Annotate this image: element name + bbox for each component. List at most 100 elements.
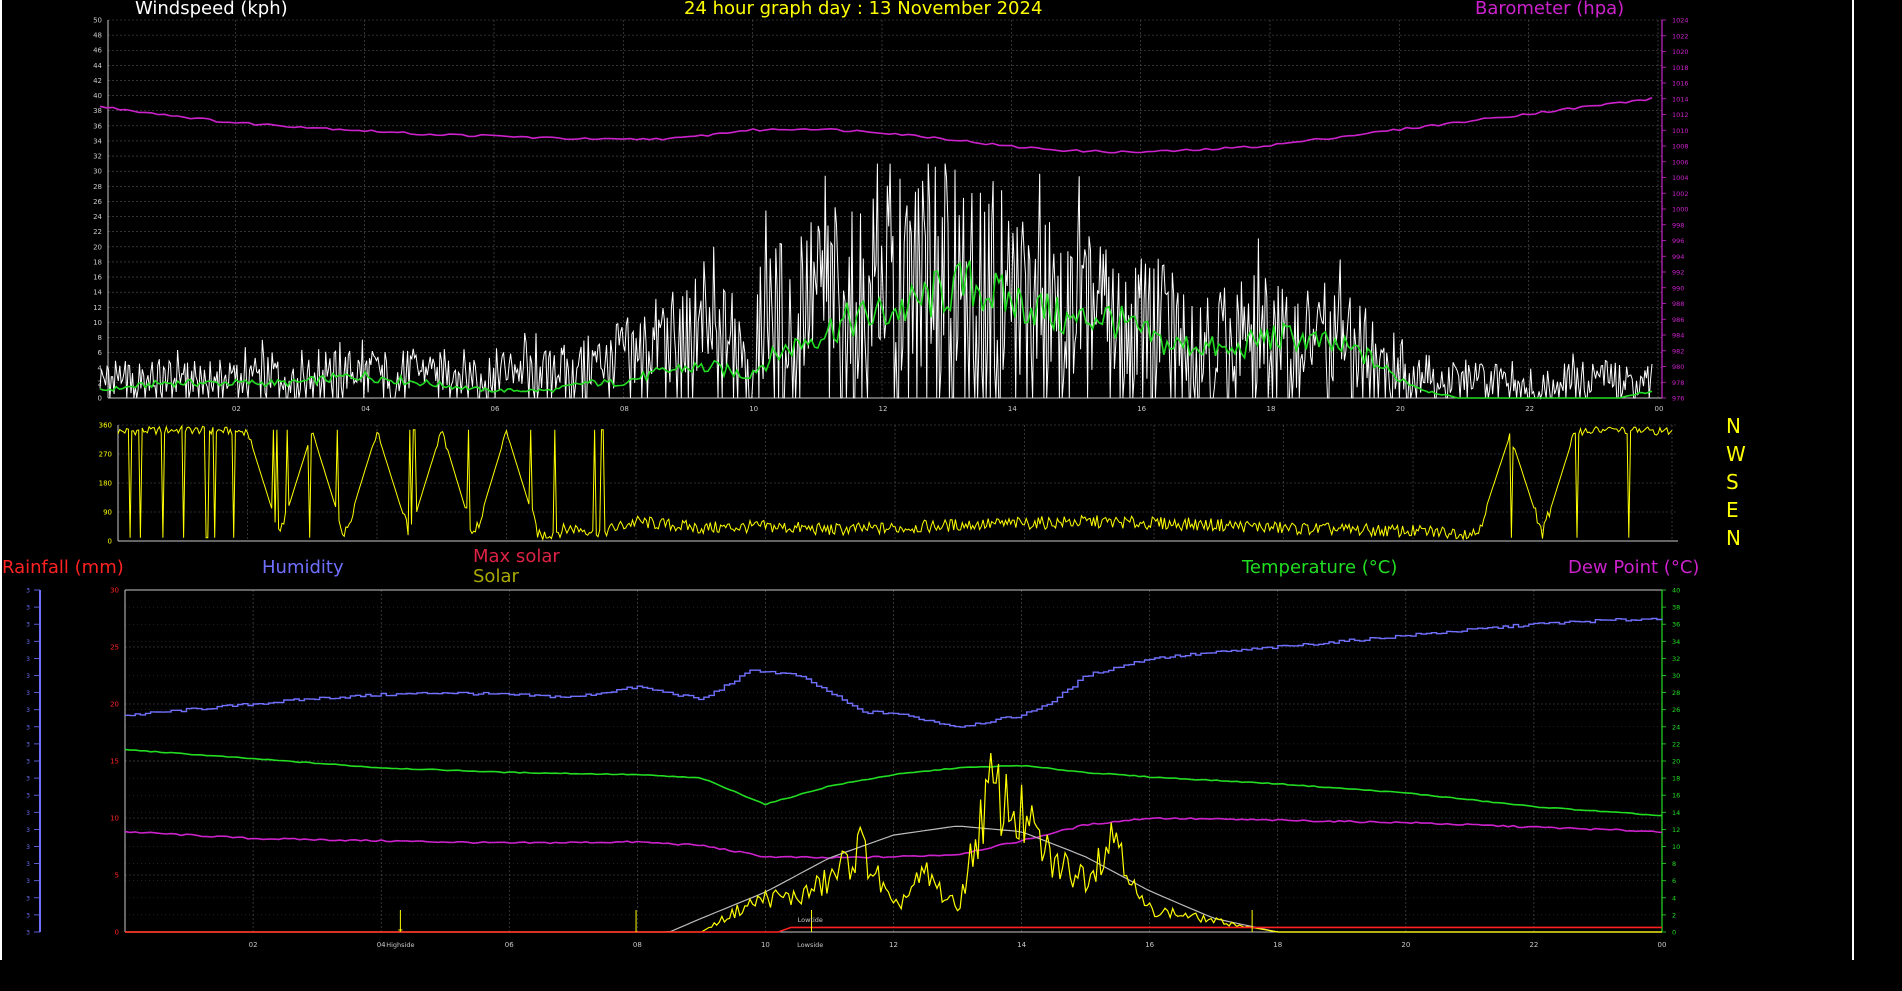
right-tick-label: 1024 [1672, 17, 1689, 25]
left-tick-label: 36 [93, 122, 102, 130]
right-tick-label: 996 [1672, 237, 1684, 245]
right-tick-label: 2 [1672, 911, 1676, 919]
right-tick-label: 1022 [1672, 32, 1689, 40]
x-tick-label: 14 [1008, 405, 1017, 413]
rainfall-scale-label: 3 [26, 741, 30, 748]
right-tick-label: 980 [1672, 363, 1684, 371]
right-tick-label: 998 [1672, 221, 1684, 229]
left-tick-label: 38 [93, 107, 102, 115]
tide-annotation: Lowside [797, 941, 823, 949]
x-tick-label: 08 [620, 405, 629, 413]
right-tick-label: 978 [1672, 379, 1684, 387]
rainfall-scale-label: 3 [26, 793, 30, 800]
right-tick-label: 36 [1672, 621, 1680, 629]
right-tick-label: 990 [1672, 284, 1684, 292]
right-tick-label: 1008 [1672, 143, 1689, 151]
x-tick-label: 02 [232, 405, 241, 413]
rainfall-scale-label: 3 [26, 930, 30, 937]
rainfall-scale-label: 3 [26, 605, 30, 612]
x-tick-label: 20 [1401, 941, 1410, 949]
x-tick-label: 18 [1267, 405, 1276, 413]
rainfall-scale-label: 3 [26, 844, 30, 851]
direction-tick-label: 90 [103, 509, 112, 517]
left-tick-label: 14 [93, 289, 102, 297]
x-tick-label: 14 [1017, 941, 1026, 949]
weather-graph-canvas: 0246810121416182022242628303234363840424… [26, 17, 1688, 950]
right-tick-label: 24 [1672, 723, 1680, 731]
left-tick-label: 28 [93, 183, 102, 191]
x-tick-label: 10 [761, 941, 770, 949]
left-tick-label: 18 [93, 258, 102, 266]
rainfall-scale-label: 3 [26, 861, 30, 868]
temperature-humidity-solar-panel: 333333333333333333333 0510152025300246810… [26, 587, 1680, 950]
rainfall-scale-label: 3 [26, 810, 30, 817]
left-tick-label: 10 [93, 319, 102, 327]
barometer-series-line [99, 96, 1653, 154]
rainfall-scale-label: 3 [26, 878, 30, 885]
left-tick-label: 34 [93, 137, 102, 145]
left-tick-label: 46 [93, 47, 102, 55]
left-tick-label: 22 [93, 228, 102, 236]
right-tick-label: 22 [1672, 740, 1680, 748]
rainfall-scale-label: 3 [26, 588, 30, 595]
x-tick-label: 16 [1137, 405, 1146, 413]
right-tick-label: 26 [1672, 706, 1680, 714]
tide-annotation: Lowtide [798, 916, 823, 924]
right-tick-label: 4 [1672, 894, 1676, 902]
left-tick-label: 30 [93, 168, 102, 176]
left-tick-label: 8 [98, 334, 102, 342]
right-tick-label: 38 [1672, 604, 1680, 612]
x-tick-label: 10 [749, 405, 758, 413]
right-tick-label: 0 [1672, 929, 1676, 937]
left-tick-label: 6 [98, 349, 103, 357]
left-tick-label: 5 [115, 872, 119, 880]
direction-tick-label: 270 [99, 451, 112, 459]
rainfall-scale-label: 3 [26, 639, 30, 646]
x-tick-label: 22 [1529, 941, 1538, 949]
right-tick-label: 1018 [1672, 64, 1689, 72]
x-tick-label: 06 [491, 405, 500, 413]
rainfall-scale-label: 3 [26, 622, 30, 629]
x-tick-label: 12 [879, 405, 888, 413]
x-tick-label: 02 [249, 941, 258, 949]
gust-series-line [99, 163, 1653, 400]
right-tick-label: 988 [1672, 300, 1684, 308]
rainfall-scale-label: 3 [26, 759, 30, 766]
left-tick-label: 32 [93, 153, 102, 161]
right-tick-label: 8 [1672, 860, 1676, 868]
left-tick-label: 0 [115, 929, 119, 937]
x-tick-label: 08 [633, 941, 642, 949]
right-tick-label: 1004 [1672, 174, 1689, 182]
right-tick-label: 20 [1672, 758, 1680, 766]
wind-barometer-panel: 0246810121416182022242628303234363840424… [93, 17, 1688, 414]
right-tick-label: 1000 [1672, 206, 1689, 214]
left-tick-label: 20 [110, 701, 119, 709]
x-tick-label: 04 [377, 941, 386, 949]
right-tick-label: 14 [1672, 809, 1680, 817]
left-tick-label: 26 [93, 198, 102, 206]
left-tick-label: 15 [110, 758, 119, 766]
rainfall-scale-label: 3 [26, 656, 30, 663]
right-tick-label: 982 [1672, 347, 1684, 355]
right-tick-label: 1010 [1672, 127, 1689, 135]
right-tick-label: 6 [1672, 877, 1676, 885]
left-tick-label: 10 [110, 815, 119, 823]
right-tick-label: 1002 [1672, 190, 1689, 198]
left-tick-label: 24 [93, 213, 102, 221]
x-tick-label: 20 [1396, 405, 1405, 413]
x-tick-label: 04 [361, 405, 370, 413]
right-tick-label: 1006 [1672, 158, 1689, 166]
right-tick-label: 992 [1672, 269, 1684, 277]
right-tick-label: 32 [1672, 655, 1680, 663]
x-tick-label: 06 [505, 941, 514, 949]
right-tick-label: 1014 [1672, 95, 1689, 103]
left-tick-label: 25 [110, 644, 119, 652]
left-tick-label: 42 [93, 77, 102, 85]
left-tick-label: 16 [93, 274, 102, 282]
x-tick-label: 00 [1655, 405, 1664, 413]
right-tick-label: 994 [1672, 253, 1684, 261]
rainfall-scale-label: 3 [26, 895, 30, 902]
tide-annotation: Highside [386, 941, 414, 949]
right-tick-label: 976 [1672, 395, 1684, 403]
right-tick-label: 30 [1672, 672, 1680, 680]
